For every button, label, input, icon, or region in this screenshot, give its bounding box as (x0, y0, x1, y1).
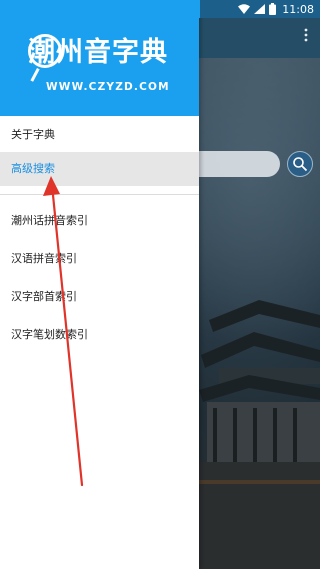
pagoda-background-image (199, 300, 320, 569)
magnifier-handle-icon (30, 68, 40, 82)
more-vert-icon[interactable] (304, 28, 308, 48)
menu-item-about[interactable]: 关于字典 (0, 118, 199, 152)
signal-icon (254, 4, 266, 14)
background-search-button[interactable] (287, 151, 313, 177)
menu-divider (0, 194, 199, 195)
battery-icon (269, 3, 277, 15)
drawer-menu: 关于字典 高级搜索 潮州话拼音索引 汉语拼音索引 汉字部首索引 汉字笔划数索引 (0, 118, 199, 357)
menu-item-advanced-search[interactable]: 高级搜索 (0, 152, 199, 186)
status-bar: 11:08 (0, 0, 320, 18)
menu-item-stroke-count-index[interactable]: 汉字笔划数索引 (0, 319, 199, 357)
search-icon (293, 157, 308, 172)
app-logo-url: WWW.CZYZD.COM (46, 81, 170, 93)
menu-item-radical-index[interactable]: 汉字部首索引 (0, 281, 199, 319)
drawer-header: 潮州音字典 WWW.CZYZD.COM (0, 18, 199, 116)
menu-item-hanyu-pinyin-index[interactable]: 汉语拼音索引 (0, 243, 199, 281)
menu-item-teochew-pinyin-index[interactable]: 潮州话拼音索引 (0, 205, 199, 243)
status-time: 11:08 (282, 2, 314, 16)
status-bar-drawer-area (0, 0, 200, 18)
wifi-icon (238, 4, 251, 14)
status-icons: 11:08 (238, 1, 314, 17)
app-logo-title: 潮州音字典 (28, 37, 168, 68)
navigation-drawer: 潮州音字典 WWW.CZYZD.COM 关于字典 高级搜索 潮州话拼音索引 汉语… (0, 0, 199, 569)
